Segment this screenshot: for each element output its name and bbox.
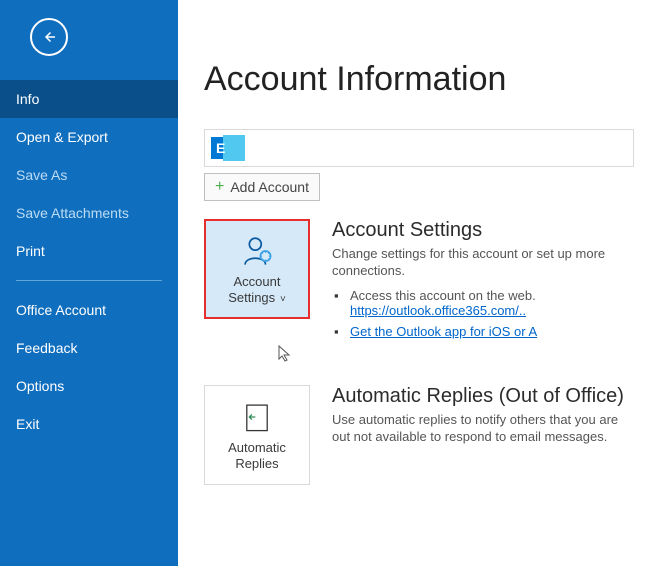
sidebar: Info Open & Export Save As Save Attachme… <box>0 0 178 566</box>
account-settings-tile[interactable]: Account Settings ˅ <box>204 219 310 319</box>
svg-text:E: E <box>216 140 225 156</box>
account-settings-tile-label: Account Settings ˅ <box>210 274 304 306</box>
sidebar-item-save-as[interactable]: Save As <box>0 156 178 194</box>
chevron-down-icon: ˅ <box>277 294 286 305</box>
sidebar-item-save-attachments[interactable]: Save Attachments <box>0 194 178 232</box>
automatic-replies-description: Use automatic replies to notify others t… <box>332 412 630 446</box>
sidebar-item-feedback[interactable]: Feedback <box>0 329 178 367</box>
bullet-web-access: Access this account on the web. https://… <box>332 288 630 318</box>
sidebar-item-info[interactable]: Info <box>0 80 178 118</box>
bullet-mobile-app: Get the Outlook app for iOS or A <box>332 324 630 339</box>
automatic-replies-tile-label: Automatic Replies <box>209 440 305 471</box>
account-settings-heading: Account Settings <box>332 219 630 242</box>
automatic-replies-icon <box>240 400 274 434</box>
owa-link[interactable]: https://outlook.office365.com/.. <box>350 303 526 318</box>
back-arrow-icon <box>40 28 58 46</box>
back-button[interactable] <box>30 18 68 56</box>
automatic-replies-heading: Automatic Replies (Out of Office) <box>332 385 630 408</box>
account-selector[interactable]: E <box>204 129 634 167</box>
sidebar-item-open-export[interactable]: Open & Export <box>0 118 178 156</box>
main-panel: Account Information E + Add Account Acco… <box>178 0 648 566</box>
sidebar-item-exit[interactable]: Exit <box>0 405 178 443</box>
add-account-button[interactable]: + Add Account <box>204 173 320 201</box>
mobile-app-link[interactable]: Get the Outlook app for iOS or A <box>350 324 537 339</box>
automatic-replies-section: Automatic Replies Automatic Replies (Out… <box>204 385 630 485</box>
sidebar-item-print[interactable]: Print <box>0 232 178 270</box>
add-account-label: Add Account <box>230 179 309 195</box>
account-settings-description: Change settings for this account or set … <box>332 246 630 280</box>
sidebar-item-office-account[interactable]: Office Account <box>0 291 178 329</box>
account-settings-section: Account Settings ˅ Account Settings Chan… <box>204 219 630 345</box>
plus-icon: + <box>215 178 224 196</box>
sidebar-item-options[interactable]: Options <box>0 367 178 405</box>
automatic-replies-tile[interactable]: Automatic Replies <box>204 385 310 485</box>
page-title: Account Information <box>204 60 630 99</box>
exchange-icon: E <box>209 133 249 163</box>
account-settings-icon <box>240 234 274 268</box>
sidebar-divider <box>16 280 162 281</box>
